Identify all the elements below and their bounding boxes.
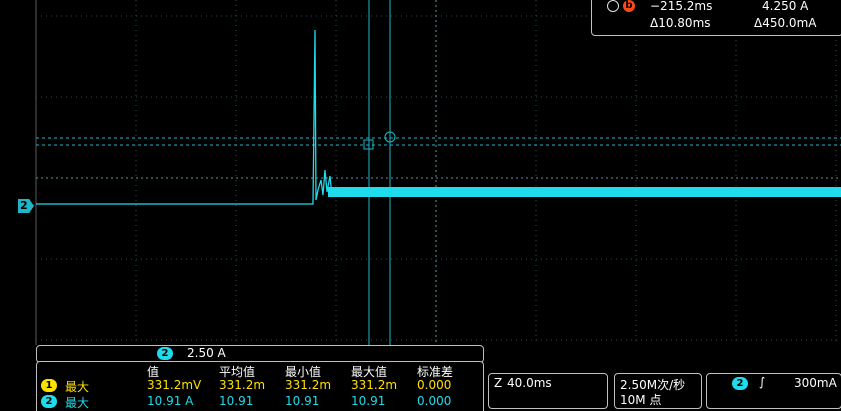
record-length: 10M 点 [620,393,662,407]
meas-row2-max: 10.91 [351,394,386,408]
meas-row1-mean: 331.2m [219,378,266,392]
horizontal-scale: 40.0ms [507,376,552,390]
meas-row1-type: 最大 [65,380,90,394]
meas-row2-min: 10.91 [285,394,320,408]
meas-row2-value: 10.91 A [147,394,194,408]
meas-row2-mean: 10.91 [219,394,254,408]
trigger-level: 300mA [794,376,837,390]
cursor-delta-value: Δ450.0mA [754,16,817,30]
cursor-readout-panel[interactable]: b −215.2ms 4.250 A Δ10.80ms Δ450.0mA [591,0,841,36]
meas-row2-stddev: 0.000 [417,394,452,408]
zoom-z-icon: Z [494,376,503,390]
channel-2-trace-band [328,187,841,197]
cursor-b-indicator-icon: b [623,0,635,12]
trigger-panel[interactable]: 2 ∫ 300mA [706,373,841,409]
meas-row1-channel-chip: 1 [41,379,57,392]
meas-row1-max: 331.2m [351,378,398,392]
acquisition-panel[interactable]: 2.50M次/秒 10M 点 [614,373,702,409]
cursor-a-indicator-icon [607,0,619,12]
meas-row2-channel-chip: 2 [41,395,57,408]
meas-row1-min: 331.2m [285,378,332,392]
meas-row2-type: 最大 [65,396,90,410]
cursor-delta-time: Δ10.80ms [650,16,711,30]
cursor-time: −215.2ms [650,0,713,13]
rising-edge-icon: ∫ [759,375,766,389]
horizontal-timebase-panel[interactable]: Z 40.0ms [488,373,608,409]
cursor-value: 4.250 A [762,0,809,13]
graticule [35,0,841,345]
meas-row1-stddev: 0.000 [417,378,452,392]
scale-channel-chip: 2 [157,347,173,360]
trigger-channel-chip: 2 [732,377,748,390]
measurement-table[interactable]: 值 平均值 最小值 最大值 标准差 1 最大 331.2mV 331.2m 33… [36,361,484,411]
meas-row1-value: 331.2mV [147,378,202,392]
vertical-scale-value: 2.50 A [187,346,226,360]
